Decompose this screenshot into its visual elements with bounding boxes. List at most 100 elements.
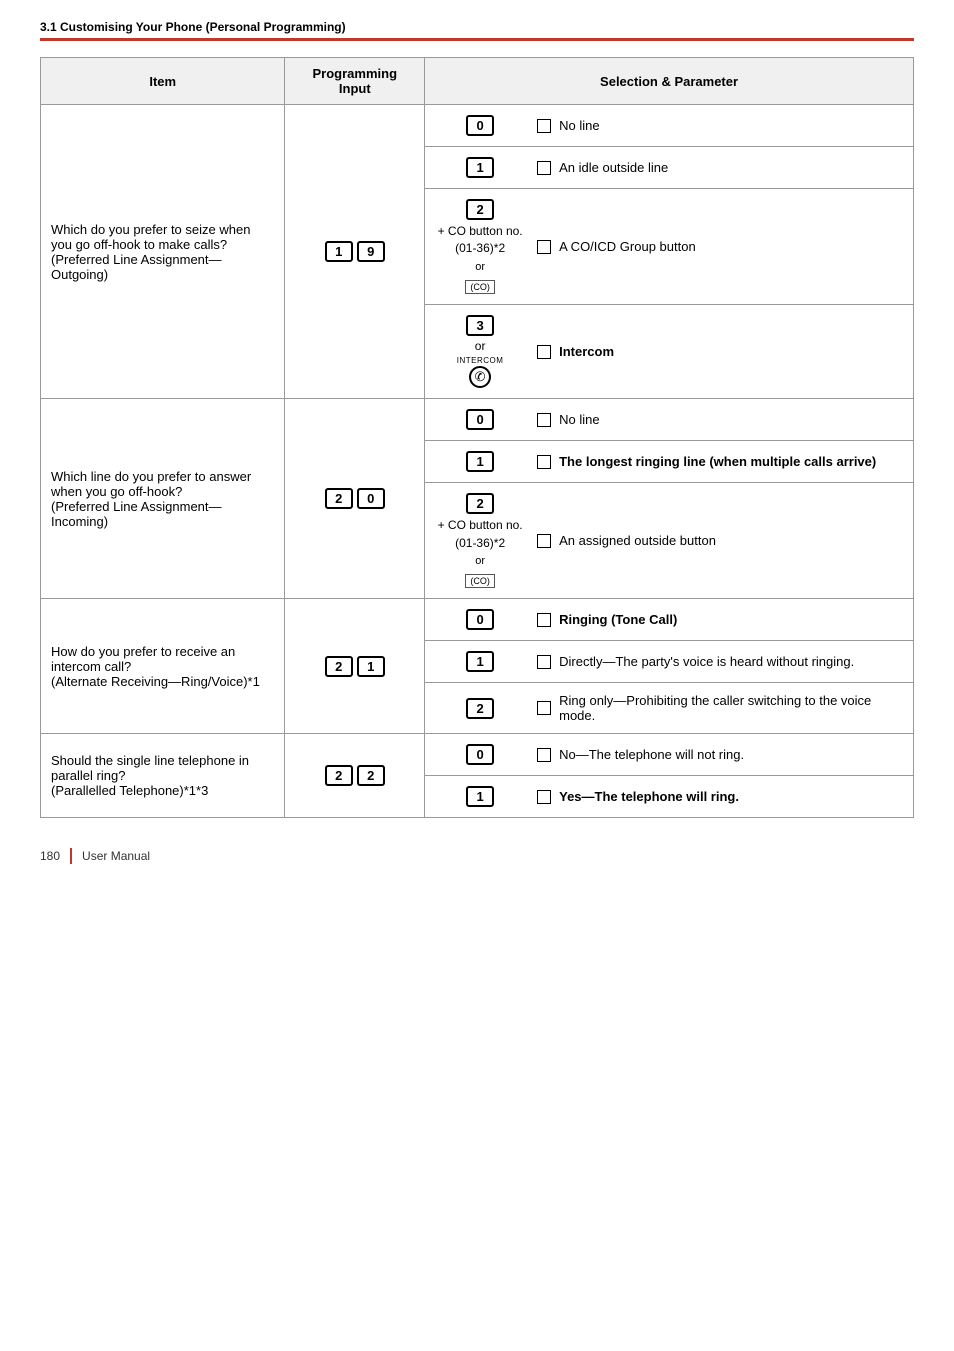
checkbox[interactable] — [537, 455, 551, 469]
desc-text: Ringing (Tone Call) — [559, 612, 677, 627]
co-icon: (CO) — [465, 574, 495, 588]
checkbox[interactable] — [537, 240, 551, 254]
sel-desc: An idle outside line — [537, 160, 903, 175]
sel-desc: No line — [537, 412, 903, 427]
sel-code: 3 or INTERCOM✆ — [435, 315, 525, 388]
checkbox[interactable] — [537, 119, 551, 133]
sel-desc: An assigned outside button — [537, 533, 903, 548]
checkbox[interactable] — [537, 534, 551, 548]
code-key: 0 — [466, 744, 494, 765]
table-item-2: How do you prefer to receive an intercom… — [41, 599, 285, 734]
sel-desc: A CO/ICD Group button — [537, 239, 903, 254]
sel-cell-1-1: 1 The longest ringing line (when multiple… — [425, 441, 914, 483]
sel-code: 0 — [435, 409, 525, 430]
key-2: 2 — [325, 656, 353, 677]
table-item-3: Should the single line telephone in para… — [41, 734, 285, 818]
intercom-icon: INTERCOM✆ — [457, 356, 504, 388]
code-key: 1 — [466, 157, 494, 178]
sel-desc: No line — [537, 118, 903, 133]
sel-cell-3-1: 1 Yes—The telephone will ring. — [425, 776, 914, 818]
table-prog-0: 19 — [285, 105, 425, 399]
code-key: 1 — [466, 786, 494, 807]
checkbox[interactable] — [537, 790, 551, 804]
footer-label: User Manual — [82, 849, 150, 863]
code-key: 1 — [466, 651, 494, 672]
desc-text: Yes—The telephone will ring. — [559, 789, 739, 804]
sel-code: 2+ CO button no.(01-36)*2or(CO) — [435, 493, 525, 588]
plus-text: + CO button no.(01-36)*2or — [438, 518, 523, 567]
sel-code: 1 — [435, 157, 525, 178]
sel-code: 0 — [435, 115, 525, 136]
checkbox[interactable] — [537, 655, 551, 669]
sel-code: 1 — [435, 786, 525, 807]
sel-code: 2 + CO button no.(01-36)*2or (CO) — [435, 199, 525, 294]
sel-desc: The longest ringing line (when multiple … — [537, 454, 903, 469]
sel-cell-2-0: 0 Ringing (Tone Call) — [425, 599, 914, 641]
key-9: 9 — [357, 241, 385, 262]
code-key: 0 — [466, 409, 494, 430]
table-prog-3: 22 — [285, 734, 425, 818]
desc-text: No line — [559, 118, 599, 133]
sel-cell-0-1: 1 An idle outside line — [425, 147, 914, 189]
table-item-0: Which do you prefer to seize when you go… — [41, 105, 285, 399]
desc-text: No—The telephone will not ring. — [559, 747, 744, 762]
table-prog-2: 21 — [285, 599, 425, 734]
extra-text: + CO button no.(01-36)*2or — [438, 517, 523, 569]
key-2: 2 — [357, 765, 385, 786]
desc-text: The longest ringing line (when multiple … — [559, 454, 876, 469]
section-header: 3.1 Customising Your Phone (Personal Pro… — [40, 20, 914, 41]
sel-desc: No—The telephone will not ring. — [537, 747, 903, 762]
code-key: 2 — [466, 199, 494, 220]
key-1: 1 — [325, 241, 353, 262]
sel-desc: Ringing (Tone Call) — [537, 612, 903, 627]
or-text: or — [475, 339, 486, 353]
desc-text: An idle outside line — [559, 160, 668, 175]
checkbox[interactable] — [537, 613, 551, 627]
header-prog: ProgrammingInput — [285, 58, 425, 105]
checkbox[interactable] — [537, 748, 551, 762]
sel-cell-3-0: 0 No—The telephone will not ring. — [425, 734, 914, 776]
desc-text: Directly—The party's voice is heard with… — [559, 654, 854, 669]
checkbox[interactable] — [537, 161, 551, 175]
key-2: 2 — [325, 765, 353, 786]
key-1: 1 — [357, 656, 385, 677]
sel-code: 1 — [435, 451, 525, 472]
sel-desc: Directly—The party's voice is heard with… — [537, 654, 903, 669]
desc-text: Ring only—Prohibiting the caller switchi… — [559, 693, 903, 723]
sel-cell-1-2: 2+ CO button no.(01-36)*2or(CO)An assign… — [425, 483, 914, 599]
checkbox[interactable] — [537, 345, 551, 359]
desc-text: Intercom — [559, 344, 614, 359]
desc-text: An assigned outside button — [559, 533, 716, 548]
code-key: 1 — [466, 451, 494, 472]
code-key: 3 — [466, 315, 494, 336]
sel-code: 2 — [435, 698, 525, 719]
desc-text: A CO/ICD Group button — [559, 239, 696, 254]
header-sel: Selection & Parameter — [425, 58, 914, 105]
footer: 180 User Manual — [40, 848, 914, 864]
table-prog-1: 20 — [285, 399, 425, 599]
code-key: 0 — [466, 115, 494, 136]
sel-desc: Intercom — [537, 344, 903, 359]
code-key: 2 — [466, 698, 494, 719]
sel-cell-2-1: 1 Directly—The party's voice is heard wit… — [425, 641, 914, 683]
footer-separator — [70, 848, 72, 864]
key-0: 0 — [357, 488, 385, 509]
header-item: Item — [41, 58, 285, 105]
checkbox[interactable] — [537, 413, 551, 427]
sel-cell-0-2: 2 + CO button no.(01-36)*2or (CO) A CO/ICD … — [425, 189, 914, 305]
sel-cell-1-0: 0 No line — [425, 399, 914, 441]
sel-cell-2-2: 2 Ring only—Prohibiting the caller switch… — [425, 683, 914, 734]
checkbox[interactable] — [537, 701, 551, 715]
sel-cell-0-3: 3 or INTERCOM✆ Intercom — [425, 305, 914, 399]
desc-text: No line — [559, 412, 599, 427]
key-2: 2 — [325, 488, 353, 509]
co-icon: (CO) — [465, 280, 495, 294]
sel-code: 1 — [435, 651, 525, 672]
sel-desc: Ring only—Prohibiting the caller switchi… — [537, 693, 903, 723]
extra-text: + CO button no.(01-36)*2or — [438, 223, 523, 275]
main-table: Item ProgrammingInput Selection & Parame… — [40, 57, 914, 818]
sel-code: 0 — [435, 744, 525, 765]
sel-cell-0-0: 0 No line — [425, 105, 914, 147]
sel-code: 0 — [435, 609, 525, 630]
code-key: 0 — [466, 609, 494, 630]
